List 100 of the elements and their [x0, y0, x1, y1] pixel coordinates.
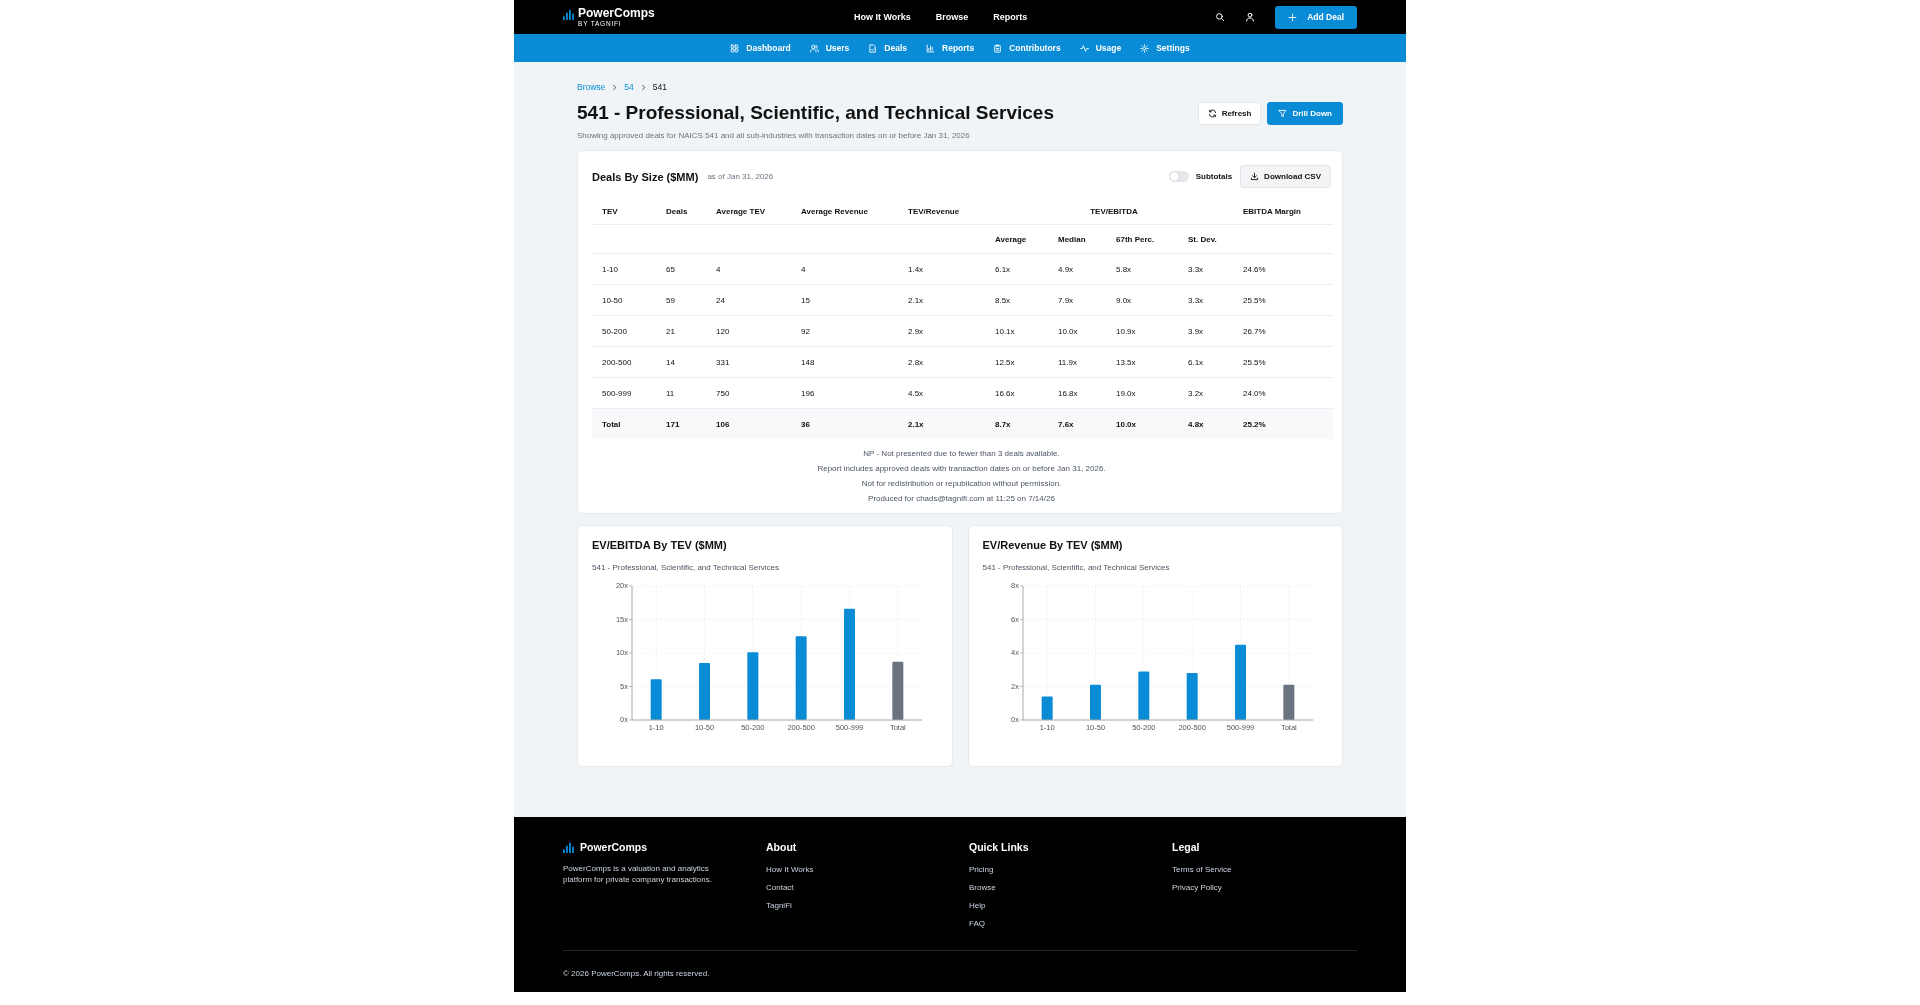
drill-down-button[interactable]: Drill Down: [1267, 102, 1343, 125]
page-subtitle: Showing approved deals for NAICS 541 and all sub-industries with transaction dates on or before Jan 31, 2026: [577, 131, 971, 140]
table-cell: 10.0x: [1106, 408, 1178, 439]
footer-link[interactable]: How It Works: [766, 865, 969, 874]
table-cell: 1.4x: [898, 253, 985, 285]
table-cell: 10-50: [592, 284, 656, 316]
table-cell: 24: [706, 284, 791, 316]
column-header: Average: [985, 224, 1048, 254]
table-cell: 6.1x: [1178, 346, 1233, 378]
subtotals-toggle[interactable]: [1168, 171, 1189, 182]
breadcrumb-link[interactable]: Browse: [577, 82, 606, 92]
table-cell: 8.7x: [985, 408, 1048, 439]
table-cell: 8.5x: [985, 284, 1048, 316]
footnote: NP - Not presented due to fewer than 3 deals available.: [863, 449, 1060, 458]
clipboard-icon: [993, 43, 1003, 53]
subnav-tab[interactable]: Usage: [1079, 43, 1122, 53]
plus-icon: [1288, 12, 1298, 22]
footer-brand: PowerComps: [580, 841, 648, 853]
card-title: Deals By Size ($MM): [592, 170, 699, 183]
table-cell: 171: [656, 408, 706, 439]
table-cell: Total: [592, 408, 656, 439]
nav-link[interactable]: How It Works: [854, 12, 911, 22]
bar: [1186, 673, 1198, 720]
subnav-tab[interactable]: Users: [809, 43, 850, 53]
subnav-tab[interactable]: Deals: [868, 43, 908, 53]
footer-link[interactable]: Terms of Service: [1172, 865, 1375, 874]
table-cell: 13.5x: [1106, 346, 1178, 378]
table-cell: 10.1x: [985, 315, 1048, 347]
table-cell: 4.9x: [1048, 253, 1106, 285]
toggle-label: Subtotals: [1195, 172, 1233, 181]
table-cell: 21: [656, 315, 706, 347]
bar: [1041, 696, 1053, 720]
chart-subtitle: 541 - Professional, Scientific, and Technical Services: [592, 563, 781, 572]
footer-link[interactable]: Pricing: [969, 865, 1172, 874]
footnote: Produced for chads@tagnifi.com at 11:25 on 7/14/26: [868, 494, 1055, 503]
table-cell: 4: [706, 253, 791, 285]
footer-description: PowerComps is a valuation and analytics platform for private company transactions.: [563, 863, 713, 885]
table-cell: 120: [706, 315, 791, 347]
footnote: Report includes approved deals with transaction dates on or before Jan 31, 2026.: [817, 464, 1106, 473]
refresh-button[interactable]: Refresh: [1197, 102, 1262, 125]
table-cell: 25.5%: [1233, 284, 1333, 316]
column-header: Deals: [656, 198, 706, 225]
table-cell: 5.8x: [1106, 253, 1178, 285]
chart-title: EV/EBITDA By TEV ($MM): [592, 539, 728, 551]
nav-link[interactable]: Browse: [935, 12, 969, 22]
column-header: EBITDA Margin: [1233, 198, 1333, 225]
subnav-tab[interactable]: Settings: [1140, 43, 1190, 53]
footer-link[interactable]: TagniFi: [766, 901, 969, 910]
table-cell: 12.5x: [985, 346, 1048, 378]
column-header: TEV/Revenue: [898, 198, 985, 225]
footer-link[interactable]: Browse: [969, 883, 1172, 892]
table-cell: 2.1x: [898, 284, 985, 316]
breadcrumb-current: 541: [652, 82, 667, 92]
pulse-icon: [1079, 43, 1089, 53]
table-cell: 4.8x: [1178, 408, 1233, 439]
column-header: 67th Perc.: [1106, 224, 1178, 254]
column-header: TEV: [592, 198, 656, 225]
copyright: © 2026 PowerComps. All rights reserved.: [563, 969, 711, 978]
table-cell: 200-500: [592, 346, 656, 378]
table-cell: 25.2%: [1233, 408, 1333, 439]
table-cell: 15: [791, 284, 898, 316]
footer-link[interactable]: Contact: [766, 883, 969, 892]
breadcrumb-link[interactable]: 54: [624, 82, 634, 92]
user-icon: [1245, 12, 1256, 22]
add-deal-button[interactable]: Add Deal: [1275, 5, 1357, 29]
footer-heading: About: [766, 841, 798, 853]
chevron-right-icon: [639, 83, 647, 91]
table-cell: 11.9x: [1048, 346, 1106, 378]
column-header: TEV/EBITDA: [985, 198, 1233, 225]
table-cell: 3.3x: [1178, 253, 1233, 285]
subnav-tab[interactable]: Contributors: [993, 43, 1061, 53]
grid-icon: [730, 43, 740, 53]
filter-icon: [1278, 109, 1288, 118]
brand-name[interactable]: PowerComps: [578, 6, 655, 20]
table-cell: 26.7%: [1233, 315, 1333, 347]
footnote: Not for redistribution or republication without permission.: [861, 479, 1062, 488]
chevron-right-icon: [611, 83, 619, 91]
table-cell: 331: [706, 346, 791, 378]
table-cell: 50-200: [592, 315, 656, 347]
column-header: Median: [1048, 224, 1106, 254]
footer-link[interactable]: FAQ: [969, 919, 1172, 928]
column-header: St. Dev.: [1178, 224, 1233, 254]
footer-link[interactable]: Privacy Policy: [1172, 883, 1375, 892]
logo-icon: [563, 8, 574, 20]
bar: [699, 663, 710, 720]
bar: [650, 679, 662, 720]
download-csv-button[interactable]: Download CSV: [1240, 165, 1331, 188]
bar-chart-icon: [926, 43, 936, 53]
table-cell: 7.6x: [1048, 408, 1106, 439]
nav-link[interactable]: Reports: [993, 12, 1028, 22]
refresh-icon: [1207, 109, 1217, 118]
chart-title: EV/Revenue By TEV ($MM): [982, 539, 1124, 551]
table-cell: 59: [656, 284, 706, 316]
subnav-tab[interactable]: Dashboard: [730, 43, 791, 53]
table-cell: 6.1x: [985, 253, 1048, 285]
bar: [1089, 684, 1101, 720]
table-cell: 24.6%: [1233, 253, 1333, 285]
document-icon: [868, 43, 878, 53]
footer-link[interactable]: Help: [969, 901, 1172, 910]
subnav-tab[interactable]: Reports: [926, 43, 975, 53]
